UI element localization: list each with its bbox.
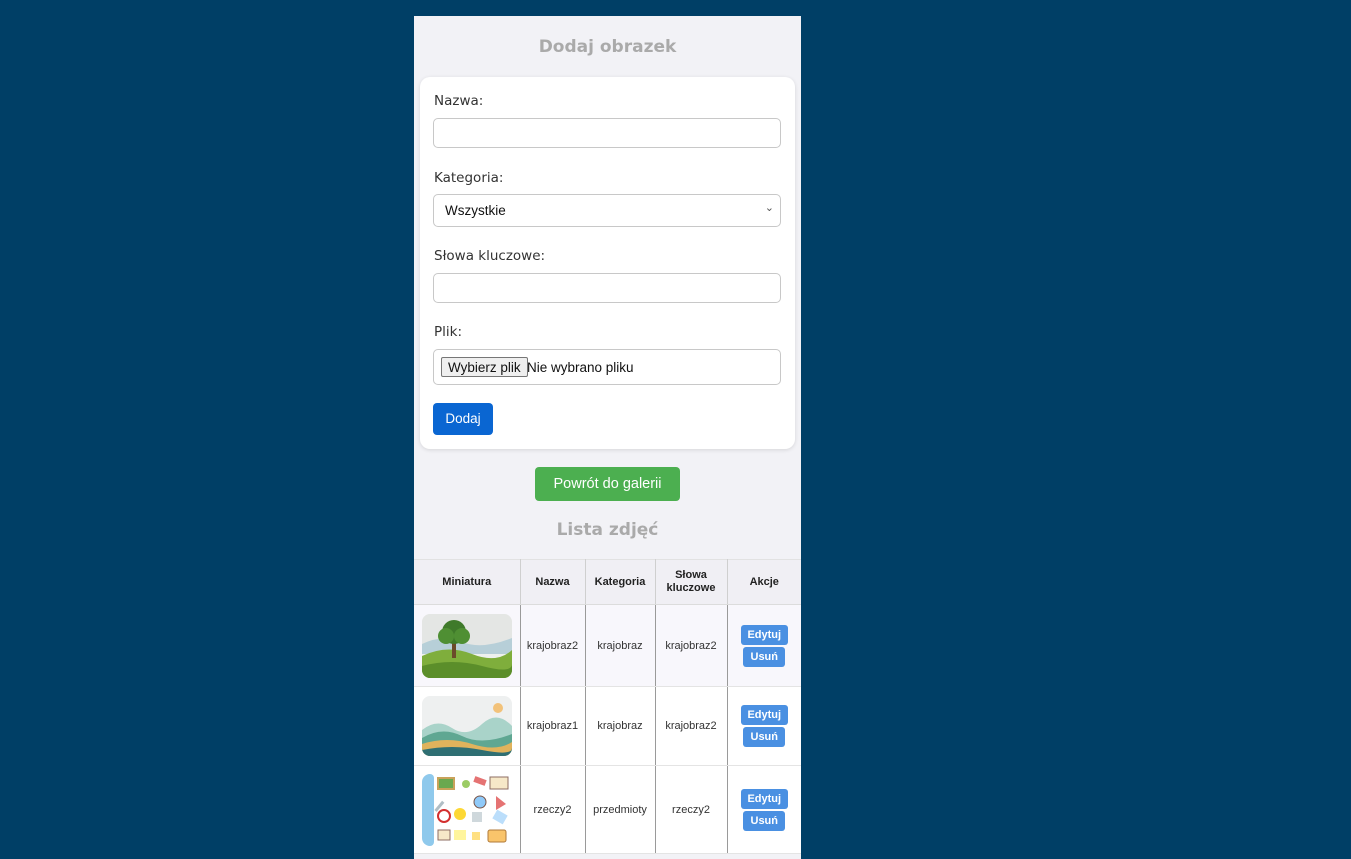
name-label: Nazwa: <box>434 93 484 109</box>
delete-button[interactable]: Usuń <box>743 646 786 667</box>
category-select[interactable]: Wszystkie ⌄ <box>433 194 781 227</box>
thumbnail-cell <box>414 604 521 687</box>
actions-cell: Edytuj Usuń <box>726 604 801 687</box>
keywords-cell: krajobraz2 <box>654 604 728 687</box>
category-cell: krajobraz <box>584 604 656 687</box>
name-cell: rzeczy2 <box>519 765 586 854</box>
photo-table: Miniatura Nazwa Kategoria Słowa kluczowe… <box>414 559 801 854</box>
header-keywords: Słowa kluczowe <box>654 559 728 605</box>
actions-cell: Edytuj Usuń <box>726 686 801 766</box>
actions-cell: Edytuj Usuń <box>726 765 801 854</box>
add-button[interactable]: Dodaj <box>433 403 493 435</box>
photo-list-title: Lista zdjęć <box>556 520 659 540</box>
chevron-down-icon: ⌄ <box>764 202 774 214</box>
table-header-row: Miniatura Nazwa Kategoria Słowa kluczowe… <box>414 559 801 605</box>
keywords-label: Słowa kluczowe: <box>434 248 546 264</box>
add-image-form: Nazwa: Kategoria: Wszystkie ⌄ Słowa kluc… <box>420 77 795 449</box>
name-cell: krajobraz2 <box>519 604 586 687</box>
file-input: Wybierz plik Nie wybrano pliku <box>433 349 781 385</box>
edit-button[interactable]: Edytuj <box>740 705 788 725</box>
keywords-cell: rzeczy2 <box>654 765 728 854</box>
thumbnail-cell <box>414 686 521 766</box>
edit-button[interactable]: Edytuj <box>740 788 788 809</box>
back-to-gallery-button[interactable]: Powrót do galerii <box>535 467 680 501</box>
main-panel: Dodaj obrazek Nazwa: Kategoria: Wszystki… <box>414 16 801 859</box>
category-cell: przedmioty <box>584 765 656 854</box>
category-label: Kategoria: <box>434 170 504 186</box>
landscape-hills-thumbnail <box>421 696 512 756</box>
header-actions: Akcje <box>726 559 801 605</box>
delete-button[interactable]: Usuń <box>743 810 786 831</box>
name-input[interactable] <box>433 118 781 148</box>
category-cell: krajobraz <box>584 686 656 766</box>
page-title: Dodaj obrazek <box>538 37 677 57</box>
edit-button[interactable]: Edytuj <box>740 624 788 645</box>
header-thumbnail: Miniatura <box>414 559 521 605</box>
table-row: rzeczy2 przedmioty rzeczy2 Edytuj Usuń <box>414 765 801 854</box>
photo-table-container: Miniatura Nazwa Kategoria Słowa kluczowe… <box>414 559 801 854</box>
keywords-input[interactable] <box>433 273 781 303</box>
choose-file-button[interactable]: Wybierz plik <box>441 357 528 377</box>
header-category: Kategoria <box>584 559 656 605</box>
table-row: krajobraz2 krajobraz krajobraz2 Edytuj U… <box>414 604 801 687</box>
keywords-cell: krajobraz2 <box>654 686 728 766</box>
landscape-tree-thumbnail <box>421 613 512 678</box>
delete-button[interactable]: Usuń <box>743 727 786 747</box>
name-cell: krajobraz1 <box>519 686 586 766</box>
table-row: krajobraz1 krajobraz krajobraz2 Edytuj U… <box>414 686 801 766</box>
header-name: Nazwa <box>519 559 586 605</box>
school-items-thumbnail <box>421 773 512 846</box>
file-status-text: Nie wybrano pliku <box>527 360 634 375</box>
file-label: Plik: <box>434 324 463 340</box>
category-select-value: Wszystkie <box>445 203 506 218</box>
thumbnail-cell <box>414 765 521 854</box>
